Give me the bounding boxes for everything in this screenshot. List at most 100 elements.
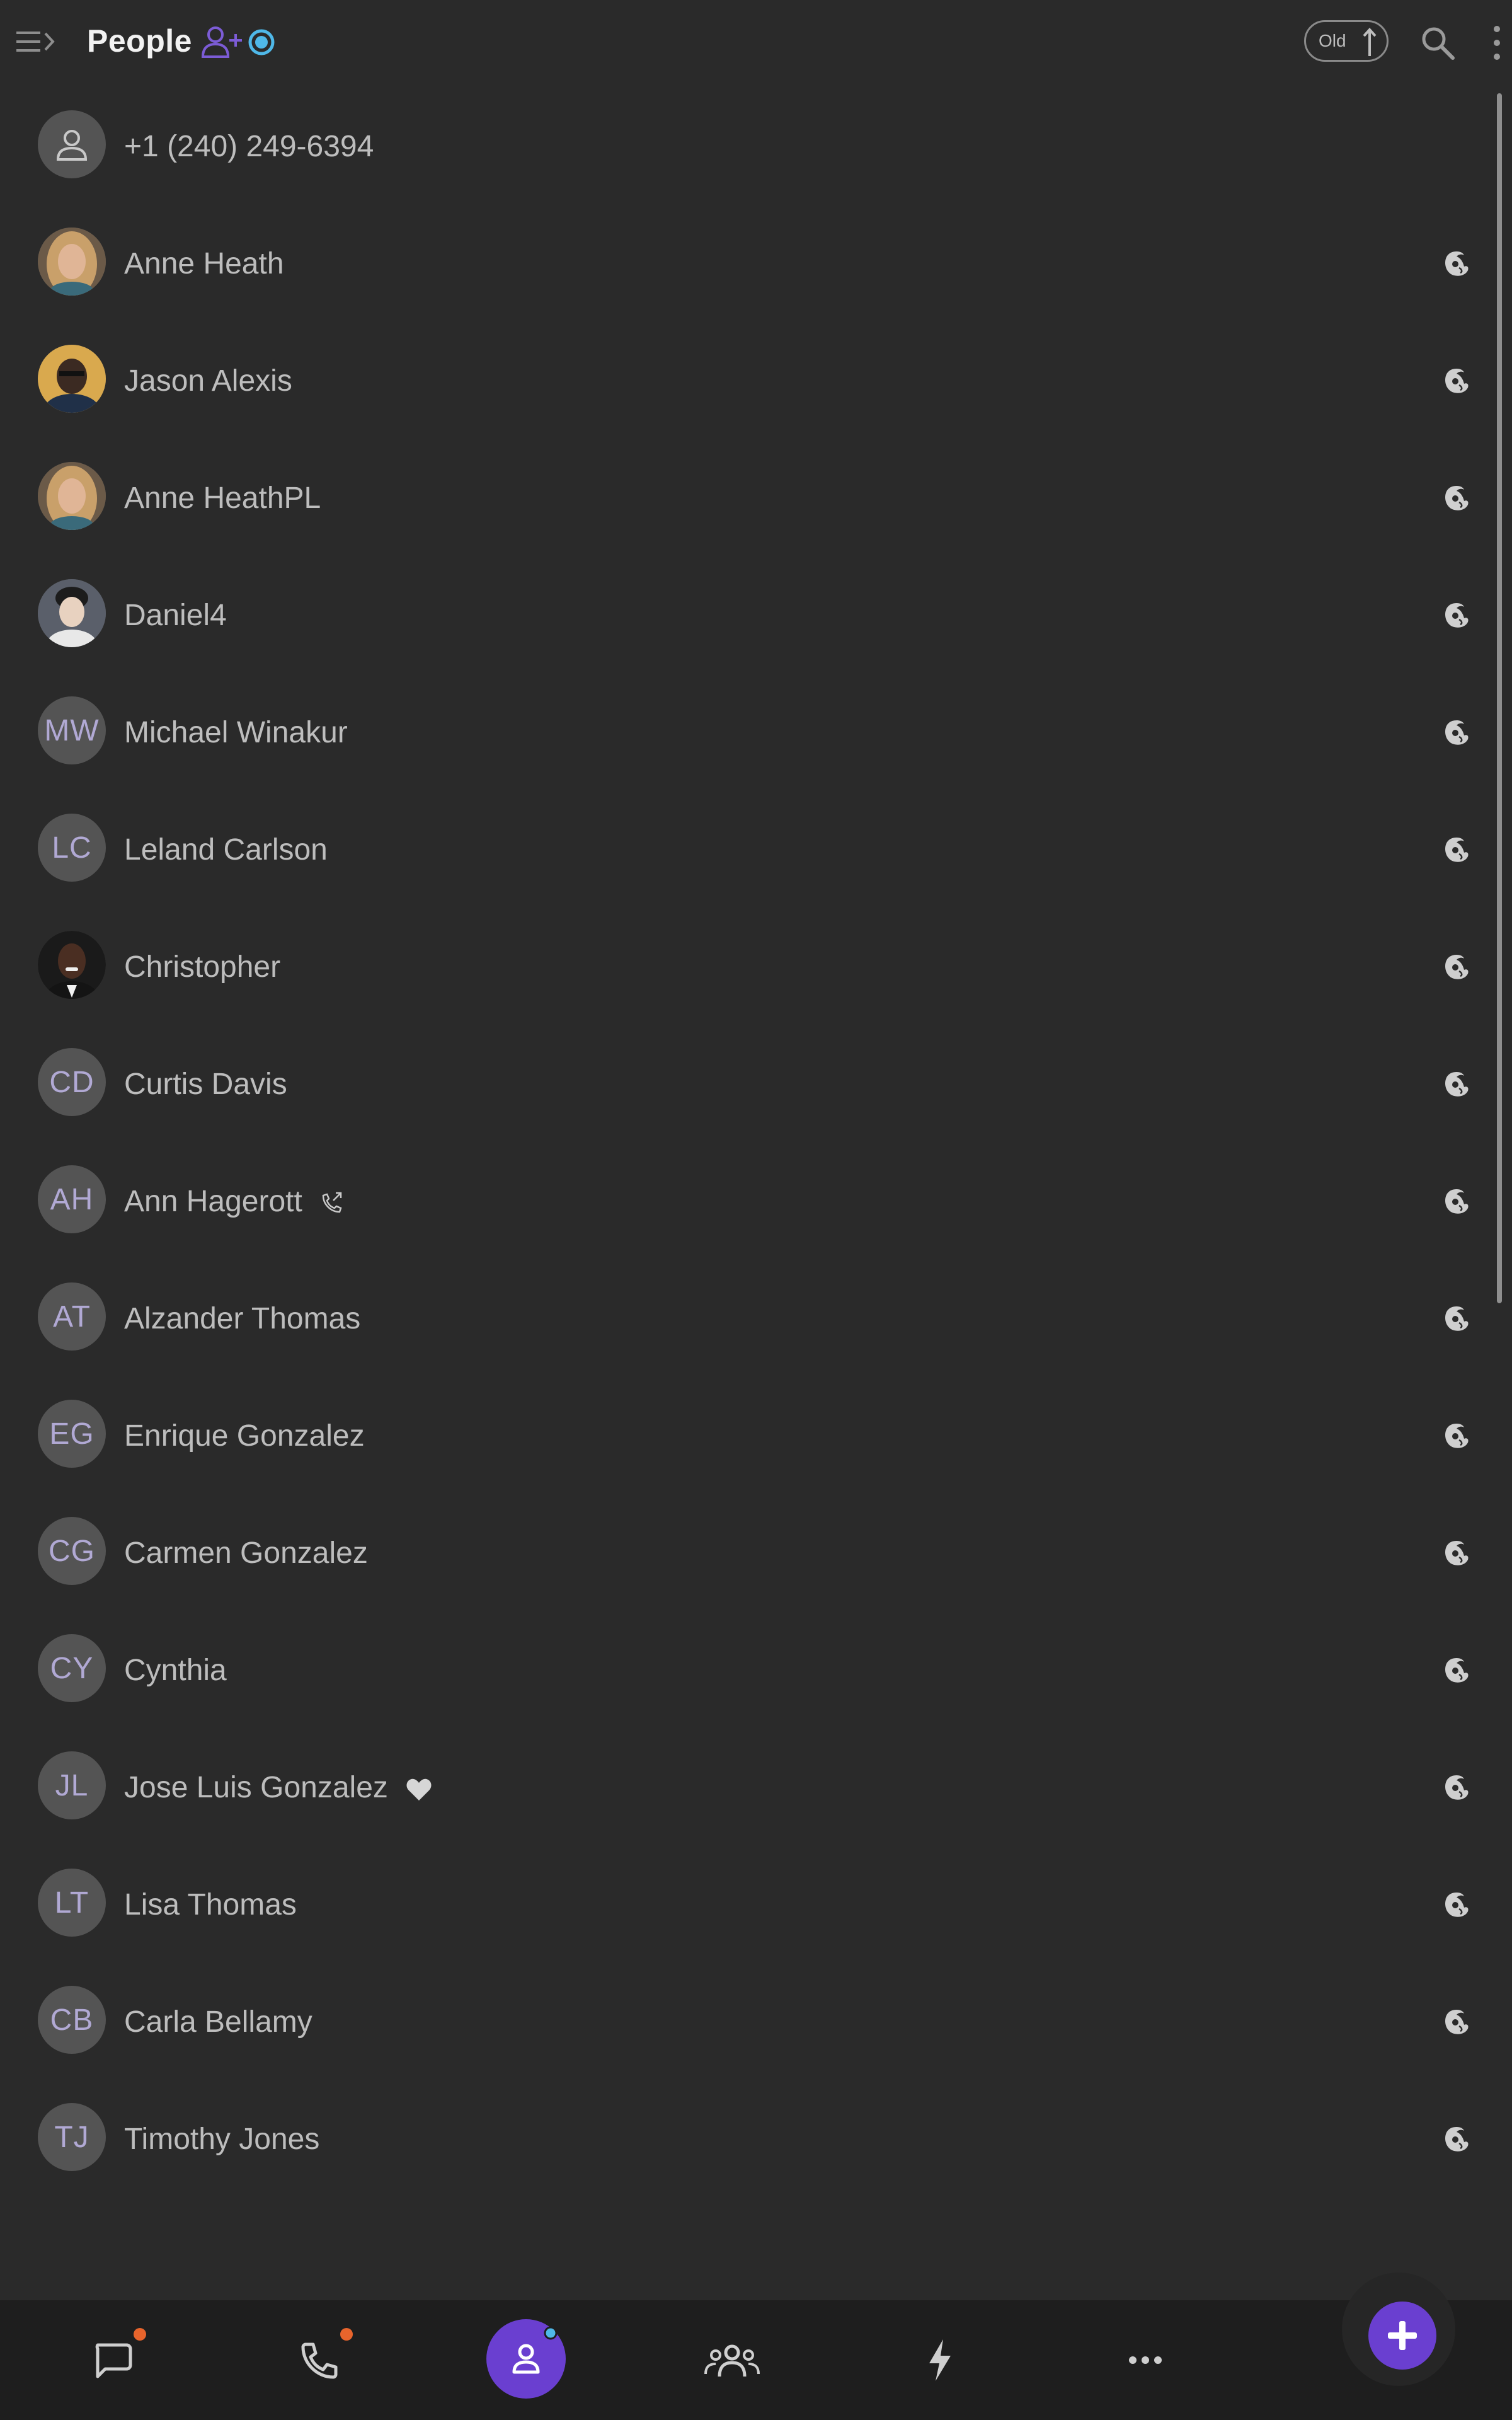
avatar-initials: CY xyxy=(38,1634,106,1702)
nav-chat-button[interactable] xyxy=(49,2300,175,2420)
contact-row[interactable]: EG Enrique Gonzalez xyxy=(0,1374,1493,1492)
mailchimp-icon xyxy=(1445,2127,1469,2152)
mailchimp-icon xyxy=(1445,1658,1469,1683)
mailchimp-icon xyxy=(1445,1775,1469,1800)
bottom-navigation xyxy=(0,2300,1512,2420)
contact-row[interactable]: CD Curtis Davis xyxy=(0,1023,1493,1140)
contact-name: Michael Winakur xyxy=(124,716,348,749)
nav-activity-button[interactable] xyxy=(877,2300,1003,2420)
avatar-initials-text: CD xyxy=(49,1065,94,1099)
avatar-initials-text: EG xyxy=(49,1417,94,1451)
contact-name-wrap: Jose Luis Gonzalez xyxy=(124,1770,433,1805)
nav-phone-button[interactable] xyxy=(256,2300,382,2420)
contact-name: Carmen Gonzalez xyxy=(124,1536,368,1570)
contact-row[interactable]: TJ Timothy Jones xyxy=(0,2078,1493,2195)
generic-person-icon xyxy=(56,130,88,161)
presence-status-icon[interactable] xyxy=(247,28,276,57)
nav-more-button[interactable] xyxy=(1082,2300,1208,2420)
avatar-initials: CB xyxy=(38,1986,106,2054)
contact-row[interactable]: Daniel4 xyxy=(0,554,1493,671)
contact-name: Cynthia xyxy=(124,1654,227,1687)
contact-name: +1 (240) 249-6394 xyxy=(124,130,374,163)
unread-badge xyxy=(134,2328,146,2341)
contact-row[interactable]: CY Cynthia xyxy=(0,1609,1493,1726)
person-icon xyxy=(512,2326,558,2374)
contact-name: Timothy Jones xyxy=(124,2123,320,2156)
contact-name-wrap: Ann Hagerott xyxy=(124,1184,345,1219)
mailchimp-icon xyxy=(1445,1541,1469,1565)
avatar-initials: CD xyxy=(38,1048,106,1116)
avatar-photo xyxy=(38,579,106,647)
contact-row[interactable]: Anne HeathPL xyxy=(0,437,1493,554)
avatar-initials-text: TJ xyxy=(54,2120,89,2154)
avatar-initials-text: CB xyxy=(50,2003,94,2037)
avatar-photo xyxy=(38,345,106,413)
contact-row[interactable]: LT Lisa Thomas xyxy=(0,1843,1493,1961)
avatar-initials: CG xyxy=(38,1517,106,1585)
avatar-initials-text: CY xyxy=(50,1651,94,1685)
mailchimp-icon xyxy=(1445,955,1469,979)
contact-row[interactable]: Christopher xyxy=(0,906,1493,1023)
search-icon[interactable] xyxy=(1419,24,1457,62)
nav-people-button[interactable] xyxy=(486,2319,566,2399)
contact-name: Jose Luis Gonzalez xyxy=(124,1771,388,1804)
plus-icon xyxy=(1388,2321,1417,2350)
phone-icon xyxy=(301,2342,338,2379)
avatar-photo xyxy=(38,462,106,530)
avatar-initials-text: AT xyxy=(53,1299,91,1334)
avatar-initials: TJ xyxy=(38,2103,106,2171)
mailchimp-icon xyxy=(1445,1072,1469,1097)
avatar-initials-text: LC xyxy=(52,831,92,865)
contact-row[interactable]: CB Carla Bellamy xyxy=(0,1961,1493,2078)
top-app-bar: People Old xyxy=(0,0,1512,85)
nav-groups-button[interactable] xyxy=(669,2300,795,2420)
avatar-initials: MW xyxy=(38,696,106,764)
contact-name: Enrique Gonzalez xyxy=(124,1419,365,1453)
call-forward-icon xyxy=(322,1192,342,1213)
missed-call-badge xyxy=(340,2328,353,2341)
mailchimp-icon xyxy=(1445,1424,1469,1448)
avatar-photo xyxy=(38,228,106,296)
avatar-initials: EG xyxy=(38,1400,106,1468)
avatar-initials-text: MW xyxy=(44,713,100,747)
mailchimp-icon xyxy=(1445,251,1469,276)
add-fab-button[interactable] xyxy=(1368,2302,1436,2370)
arrow-up-icon xyxy=(1363,28,1377,56)
more-vertical-icon[interactable] xyxy=(1484,23,1509,63)
contact-name: Carla Bellamy xyxy=(124,2005,312,2039)
avatar-initials: LC xyxy=(38,814,106,882)
contact-row[interactable]: CG Carmen Gonzalez xyxy=(0,1492,1493,1609)
contact-row[interactable]: JL Jose Luis Gonzalez xyxy=(0,1726,1493,1843)
contact-name: Curtis Davis xyxy=(124,1068,287,1101)
lightning-icon xyxy=(929,2339,951,2381)
mailchimp-icon xyxy=(1445,1189,1469,1214)
contact-name: Ann Hagerott xyxy=(124,1185,302,1218)
list-scrollbar[interactable] xyxy=(1497,93,1502,1303)
contact-row[interactable]: LC Leland Carlson xyxy=(0,788,1493,906)
mailchimp-icon xyxy=(1445,720,1469,745)
more-horizontal-icon xyxy=(1129,2356,1162,2364)
contact-row[interactable]: +1 (240) 249-6394 xyxy=(0,85,1493,202)
sort-toggle-button[interactable]: Old xyxy=(1304,20,1389,62)
avatar xyxy=(38,110,106,178)
contact-row[interactable]: Jason Alexis xyxy=(0,320,1493,437)
avatar-initials: JL xyxy=(38,1751,106,1819)
avatar-initials: AT xyxy=(38,1282,106,1351)
mailchimp-icon xyxy=(1445,369,1469,393)
menu-expand-icon[interactable] xyxy=(14,25,57,58)
mailchimp-icon xyxy=(1445,2010,1469,2034)
contact-row[interactable]: MW Michael Winakur xyxy=(0,671,1493,788)
contact-row[interactable]: Anne Heath xyxy=(0,202,1493,320)
mailchimp-icon xyxy=(1445,1306,1469,1331)
contact-row[interactable]: AT Alzander Thomas xyxy=(0,1257,1493,1374)
mailchimp-icon xyxy=(1445,486,1469,510)
contact-name: Christopher xyxy=(124,950,281,984)
avatar-photo xyxy=(38,931,106,999)
contact-row[interactable]: AH Ann Hagerott xyxy=(0,1140,1493,1257)
group-icon xyxy=(704,2344,760,2377)
add-person-icon[interactable] xyxy=(200,24,243,60)
contact-name: Jason Alexis xyxy=(124,364,292,398)
avatar-initials-text: AH xyxy=(50,1182,94,1216)
page-title: People xyxy=(87,23,192,59)
contact-name: Daniel4 xyxy=(124,599,227,632)
